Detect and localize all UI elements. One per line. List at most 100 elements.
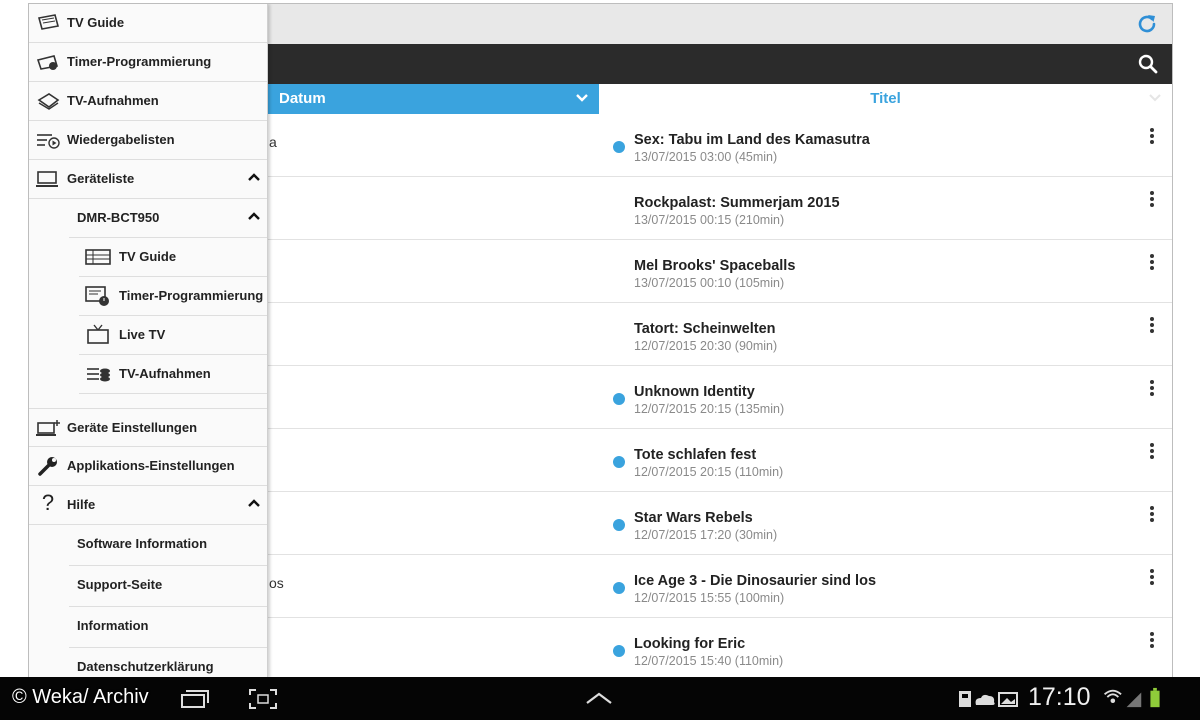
recording-datetime: 13/07/2015 03:00 (45min) — [634, 150, 778, 164]
new-indicator-dot — [613, 393, 625, 405]
overflow-menu-icon[interactable] — [1148, 317, 1156, 337]
tv-guide-icon — [37, 14, 60, 30]
overflow-menu-icon[interactable] — [1148, 506, 1156, 526]
drawer-item-recordings[interactable]: TV-Aufnahmen — [29, 82, 267, 121]
recording-left-text: os — [269, 575, 284, 591]
overflow-menu-icon[interactable] — [1148, 443, 1156, 463]
device-item-tv-guide[interactable]: TV Guide — [29, 238, 267, 277]
help-item-label: Information — [77, 618, 149, 633]
recording-datetime: 12/07/2015 17:20 (30min) — [634, 528, 778, 542]
new-indicator-dot — [613, 519, 625, 531]
refresh-icon — [1138, 15, 1156, 33]
chevron-up-icon[interactable] — [247, 172, 261, 182]
system-navigation-bar: © Weka/ Archiv 17:10 — [0, 677, 1200, 720]
recording-title: Ice Age 3 - Die Dinosaurier sind los — [634, 573, 877, 589]
navigation-drawer: TV Guide Timer-Programmierung TV-Aufnahm… — [29, 4, 268, 678]
new-indicator-dot — [613, 582, 625, 594]
drawer-item-tv-guide[interactable]: TV Guide — [29, 4, 267, 43]
recording-title: Rockpalast: Summerjam 2015 — [634, 195, 840, 211]
screenshot-icon — [249, 689, 277, 709]
clock: 17:10 — [1028, 683, 1091, 711]
help-item-privacy[interactable]: Datenschutzerklärung — [29, 648, 267, 678]
recording-title: Tatort: Scheinwelten — [634, 321, 776, 337]
overflow-menu-icon[interactable] — [1148, 128, 1156, 148]
recording-title: Star Wars Rebels — [634, 510, 753, 526]
chevron-up-icon[interactable] — [247, 498, 261, 508]
app-window: Datum Titel a Sex: Tabu im Land des Kamas… — [28, 3, 1173, 679]
recording-datetime: 12/07/2015 20:15 (135min) — [634, 402, 785, 416]
drawer-item-label: Applikations-Einstellungen — [67, 458, 235, 473]
drawer-item-label: TV Guide — [67, 15, 125, 30]
drawer-item-label: TV-Aufnahmen — [67, 93, 159, 108]
help-item-support[interactable]: Support-Seite — [29, 566, 267, 607]
connectivity-icons — [1103, 687, 1160, 708]
device-item-label: Live TV — [119, 327, 166, 342]
recording-title: Sex: Tabu im Land des Kamasutra — [634, 132, 870, 148]
device-icon — [36, 171, 58, 187]
search-button[interactable] — [1136, 52, 1160, 76]
sort-titel-column[interactable]: Titel — [599, 84, 1172, 115]
help-item-label: Datenschutzerklärung — [77, 659, 214, 674]
recording-datetime: 12/07/2015 15:40 (110min) — [634, 654, 784, 668]
drawer-item-label: Geräte Einstellungen — [67, 420, 198, 435]
column-label-datum: Datum — [279, 90, 326, 107]
chevron-up-icon[interactable] — [247, 211, 261, 221]
recording-title: Mel Brooks' Spaceballs — [634, 258, 796, 274]
recent-apps-icon — [181, 690, 209, 708]
recording-datetime: 12/07/2015 20:30 (90min) — [634, 339, 778, 353]
recent-apps-button[interactable] — [180, 689, 210, 709]
help-item-software-information[interactable]: Software Information — [29, 525, 267, 566]
recording-datetime: 13/07/2015 00:15 (210min) — [634, 213, 785, 227]
help-item-information[interactable]: Information — [29, 607, 267, 648]
overflow-menu-icon[interactable] — [1148, 254, 1156, 274]
overflow-menu-icon[interactable] — [1148, 632, 1156, 652]
stack-icon — [87, 368, 110, 382]
refresh-button[interactable] — [1134, 11, 1160, 37]
playlist-icon — [37, 134, 60, 149]
drawer-item-playlists[interactable]: Wiedergabelisten — [29, 121, 267, 160]
tv-guide-list-icon — [85, 249, 111, 265]
drawer-item-label: Hilfe — [67, 497, 96, 512]
timer-clock-icon — [85, 286, 109, 306]
recording-datetime: 12/07/2015 15:55 (100min) — [634, 591, 785, 605]
new-indicator-dot — [613, 456, 625, 468]
new-indicator-dot — [613, 645, 625, 657]
help-item-label: Software Information — [77, 536, 208, 551]
device-item-label: TV Guide — [119, 249, 177, 264]
device-settings-icon — [36, 420, 60, 436]
device-item-timer[interactable]: Timer-Programmierung — [29, 277, 267, 316]
recordings-icon — [37, 93, 60, 110]
recording-datetime: 13/07/2015 00:10 (105min) — [634, 276, 785, 290]
column-label-titel: Titel — [870, 90, 901, 107]
device-item-label: Timer-Programmierung — [119, 288, 264, 303]
device-item-label: TV-Aufnahmen — [119, 366, 211, 381]
recording-title: Unknown Identity — [634, 384, 755, 400]
drawer-item-label: Wiedergabelisten — [67, 132, 175, 147]
overflow-menu-icon[interactable] — [1148, 191, 1156, 211]
drawer-item-timer[interactable]: Timer-Programmierung — [29, 43, 267, 82]
chevron-up-icon — [586, 692, 612, 704]
copyright-watermark: © Weka/ Archiv — [12, 686, 149, 708]
drawer-item-label: Timer-Programmierung — [67, 54, 212, 69]
recording-left-text: a — [269, 134, 277, 150]
new-indicator-dot — [613, 141, 625, 153]
drawer-item-app-settings[interactable]: Applikations-Einstellungen — [29, 447, 267, 486]
overflow-menu-icon[interactable] — [1148, 569, 1156, 589]
drawer-device-dmr-bct950[interactable]: DMR-BCT950 — [29, 199, 267, 238]
help-item-label: Support-Seite — [77, 577, 163, 592]
timer-icon — [36, 55, 59, 70]
device-item-live-tv[interactable]: Live TV — [29, 316, 267, 355]
chevron-down-icon — [576, 94, 588, 102]
drawer-item-help[interactable]: ? Hilfe — [29, 486, 267, 525]
overflow-menu-icon[interactable] — [1148, 380, 1156, 400]
drawer-item-device-list[interactable]: Geräteliste — [29, 160, 267, 199]
drawer-item-device-settings[interactable]: Geräte Einstellungen — [29, 408, 267, 447]
device-item-recordings[interactable]: TV-Aufnahmen — [29, 355, 267, 394]
recording-datetime: 12/07/2015 20:15 (110min) — [634, 465, 784, 479]
screenshot-button[interactable] — [248, 688, 278, 710]
home-button[interactable] — [585, 691, 613, 705]
chevron-down-icon — [1149, 94, 1161, 102]
search-icon — [1138, 54, 1158, 74]
drawer-item-label: Geräteliste — [67, 171, 135, 186]
wrench-icon — [38, 457, 57, 476]
